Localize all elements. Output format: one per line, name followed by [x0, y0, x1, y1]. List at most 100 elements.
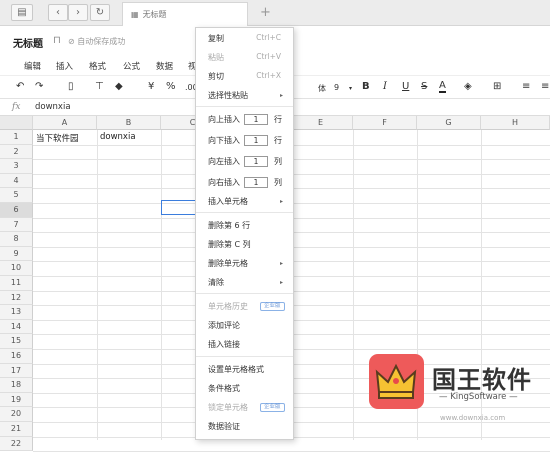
menu-insert-left[interactable]: 向左插入 — [208, 156, 240, 167]
font-name-select[interactable]: 体 — [318, 83, 326, 94]
menu-data-validation[interactable]: 数据验证 — [208, 421, 240, 432]
enterprise-badge: 企业版 — [260, 403, 285, 412]
menu-data[interactable]: 数据 — [156, 60, 173, 72]
refresh-icon[interactable]: ↻ — [90, 4, 110, 21]
divider — [196, 293, 293, 294]
menu-conditional-format[interactable]: 条件格式 — [208, 383, 240, 394]
menu-insert[interactable]: 插入 — [56, 60, 73, 72]
menu-delete-cell[interactable]: 删除单元格 — [208, 258, 248, 269]
menu-format[interactable]: 格式 — [89, 60, 106, 72]
menu-clear[interactable]: 清除 — [208, 277, 224, 288]
bookmark-icon[interactable]: ⊓ — [53, 35, 61, 46]
corner-cell[interactable] — [0, 116, 33, 130]
menu-insert-down[interactable]: 向下插入 — [208, 135, 240, 146]
divider — [196, 212, 293, 213]
align-icon[interactable]: ≡ — [541, 81, 549, 92]
redo-icon[interactable]: ↷ — [35, 81, 43, 92]
row-header[interactable]: 20 — [0, 407, 33, 422]
row-header[interactable]: 14 — [0, 319, 33, 335]
enterprise-badge: 企业版 — [260, 302, 285, 311]
menu-edit[interactable]: 编辑 — [24, 60, 41, 72]
menu-insert-right[interactable]: 向右插入 — [208, 177, 240, 188]
new-tab-button[interactable]: + — [260, 5, 271, 20]
italic-icon[interactable]: I — [383, 81, 387, 92]
column-header[interactable]: A — [33, 116, 97, 130]
row-header[interactable]: 16 — [0, 349, 33, 364]
selected-cell[interactable] — [161, 200, 197, 215]
menu-insert-up[interactable]: 向上插入 — [208, 114, 240, 125]
column-header[interactable]: F — [353, 116, 417, 130]
clipboard-icon[interactable]: ▯ — [68, 81, 74, 92]
row-header[interactable]: 19 — [0, 392, 33, 408]
menu-cell-history[interactable]: 单元格历史 — [208, 301, 248, 312]
sidebar-toggle-icon[interactable]: ▤ — [11, 4, 33, 21]
column-header[interactable]: H — [481, 116, 550, 130]
cut-shortcut: Ctrl+X — [256, 71, 281, 80]
menu-cut[interactable]: 剪切 — [208, 71, 224, 82]
row-header[interactable]: 5 — [0, 188, 33, 203]
row-header[interactable]: 15 — [0, 334, 33, 349]
forward-button[interactable]: › — [68, 4, 88, 21]
percent-button[interactable]: % — [166, 81, 176, 92]
fill-color-icon[interactable]: ◈ — [464, 81, 472, 92]
watermark: 国王软件 — KingSoftware — — [369, 354, 539, 412]
bold-icon[interactable]: B — [362, 81, 370, 92]
menu-insert-cell[interactable]: 插入单元格 — [208, 196, 248, 207]
row-header[interactable]: 1 — [0, 130, 33, 145]
menu-format-cells[interactable]: 设置单元格格式 — [208, 364, 264, 375]
menu-paste[interactable]: 粘贴 — [208, 52, 224, 63]
menu-lock-cell[interactable]: 锁定单元格 — [208, 402, 248, 413]
tab-document[interactable]: ▦ 无标题 — [122, 2, 248, 26]
back-button[interactable]: ‹ — [48, 4, 68, 21]
watermark-title: 国王软件 — [432, 366, 532, 394]
unit-label: 行 — [274, 136, 282, 145]
row-header[interactable]: 8 — [0, 232, 33, 247]
row-header[interactable]: 13 — [0, 305, 33, 320]
column-header[interactable]: B — [97, 116, 161, 130]
row-header[interactable]: 18 — [0, 378, 33, 393]
insert-left-count[interactable]: 1 — [244, 156, 268, 167]
row-header[interactable]: 2 — [0, 144, 33, 160]
row-header[interactable]: 6 — [0, 203, 33, 218]
row-header[interactable]: 21 — [0, 422, 33, 437]
insert-up-count[interactable]: 1 — [244, 114, 268, 125]
row-header[interactable]: 7 — [0, 217, 33, 233]
chevron-down-icon[interactable]: ▾ — [349, 85, 352, 92]
borders-icon[interactable]: ⊞ — [493, 81, 501, 92]
column-header[interactable]: E — [289, 116, 353, 130]
row-header[interactable]: 3 — [0, 159, 33, 174]
row-header[interactable]: 4 — [0, 173, 33, 189]
row-header[interactable]: 17 — [0, 363, 33, 379]
currency-button[interactable]: ¥ — [148, 81, 154, 92]
row-header[interactable]: 22 — [0, 436, 33, 452]
context-menu: 复制 Ctrl+C 粘贴 Ctrl+V 剪切 Ctrl+X 选择性粘贴 ▸ 向上… — [195, 27, 294, 440]
menu-insert-link[interactable]: 插入链接 — [208, 339, 240, 350]
underline-icon[interactable]: U — [402, 81, 409, 92]
menu-delete-col[interactable]: 删除第 C 列 — [208, 239, 251, 250]
row-header[interactable]: 11 — [0, 276, 33, 291]
cell-a1[interactable]: 当下软件园 — [36, 132, 79, 144]
merge-icon[interactable]: ≡ — [522, 81, 530, 92]
menu-add-comment[interactable]: 添加评论 — [208, 320, 240, 331]
format-painter-icon[interactable]: ⊤ — [95, 81, 104, 92]
row-header[interactable]: 10 — [0, 261, 33, 276]
font-color-icon[interactable]: A — [439, 81, 446, 93]
insert-down-count[interactable]: 1 — [244, 135, 268, 146]
menu-formula[interactable]: 公式 — [123, 60, 140, 72]
font-size-select[interactable]: 9 — [334, 83, 339, 92]
menu-paste-special[interactable]: 选择性粘贴 — [208, 90, 248, 101]
eraser-icon[interactable]: ◆ — [115, 81, 123, 92]
submenu-arrow-icon: ▸ — [279, 198, 283, 205]
menu-copy[interactable]: 复制 — [208, 33, 224, 44]
column-header[interactable]: G — [417, 116, 481, 130]
paste-shortcut: Ctrl+V — [256, 52, 281, 61]
row-header[interactable]: 12 — [0, 290, 33, 306]
document-title[interactable]: 无标题 — [13, 35, 43, 50]
strikethrough-icon[interactable]: S — [421, 81, 427, 92]
menu-delete-row[interactable]: 删除第 6 行 — [208, 220, 250, 231]
cell-b1[interactable]: downxia — [100, 132, 136, 142]
undo-icon[interactable]: ↶ — [16, 81, 24, 92]
row-header[interactable]: 9 — [0, 246, 33, 262]
formula-input[interactable]: downxia — [35, 102, 71, 112]
insert-right-count[interactable]: 1 — [244, 177, 268, 188]
